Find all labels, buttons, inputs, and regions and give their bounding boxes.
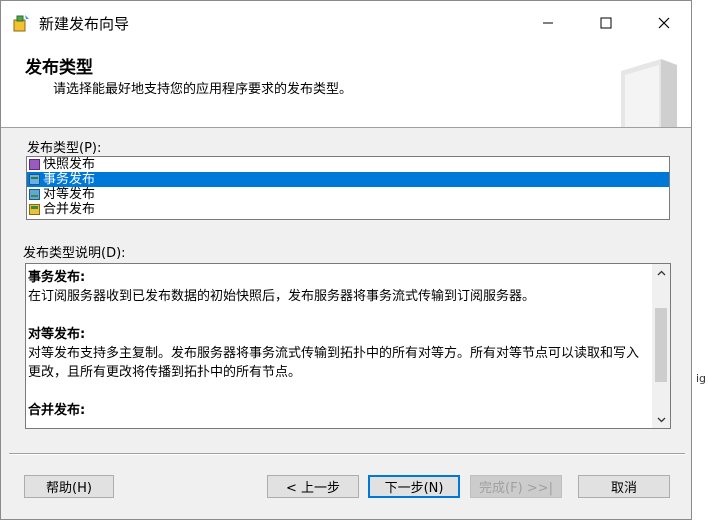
- description-box[interactable]: 事务发布: 在订阅服务器收到已发布数据的初始快照后，发布服务器将事务流式传输到订…: [25, 263, 671, 429]
- minimize-button[interactable]: [519, 1, 577, 45]
- cancel-button[interactable]: 取消: [578, 475, 670, 498]
- publication-type-label: 发布类型(P):: [27, 141, 102, 156]
- finish-button[interactable]: 完成(F) >>|: [470, 475, 562, 498]
- maximize-button[interactable]: [577, 1, 635, 45]
- publication-type-list[interactable]: 快照发布 事务发布 对等发布 合并发布: [26, 156, 670, 220]
- section-title: 事务发布:: [28, 270, 86, 285]
- list-item-snapshot[interactable]: 快照发布: [27, 157, 669, 172]
- window-title: 新建发布向导: [39, 15, 130, 33]
- list-item-label: 合并发布: [43, 202, 96, 217]
- page-subtitle: 请选择能最好地支持您的应用程序要求的发布类型。: [53, 82, 353, 97]
- list-item-label: 对等发布: [43, 187, 96, 202]
- wizard-header: 发布类型 请选择能最好地支持您的应用程序要求的发布类型。: [1, 45, 691, 128]
- background-text-fragment: ig: [696, 372, 707, 385]
- snapshot-icon: [29, 159, 40, 170]
- section-title: 对等发布:: [28, 327, 86, 342]
- divider: [9, 453, 685, 455]
- list-item-label: 快照发布: [43, 157, 96, 172]
- publication-wizard-icon: [13, 15, 29, 32]
- scroll-up-button[interactable]: [652, 264, 670, 281]
- transactional-icon: [29, 174, 40, 185]
- list-item-peer-to-peer[interactable]: 对等发布: [27, 187, 669, 202]
- close-button[interactable]: [635, 1, 693, 45]
- peer-to-peer-icon: [29, 189, 40, 200]
- help-button[interactable]: 帮助(H): [24, 475, 114, 498]
- title-bar[interactable]: 新建发布向导: [1, 1, 691, 45]
- merge-icon: [29, 204, 40, 215]
- section-text: 对等发布支持多主复制。发布服务器将事务流式传输到拓扑中的所有对等方。所有对等节点…: [28, 346, 640, 380]
- close-icon: [658, 17, 670, 29]
- maximize-icon: [600, 17, 612, 29]
- chevron-down-icon: [657, 417, 665, 422]
- back-button[interactable]: < 上一步: [267, 475, 359, 498]
- section-title: 合并发布:: [28, 403, 86, 418]
- minimize-icon: [543, 22, 553, 24]
- list-item-transactional[interactable]: 事务发布: [27, 172, 669, 187]
- scroll-down-button[interactable]: [652, 411, 670, 428]
- description-text: 事务发布: 在订阅服务器收到已发布数据的初始快照后，发布服务器将事务流式传输到订…: [28, 268, 648, 420]
- scroll-thumb[interactable]: [655, 308, 667, 382]
- list-item-label: 事务发布: [43, 172, 96, 187]
- chevron-up-icon: [657, 270, 665, 275]
- wizard-window: 新建发布向导 发布类型 请选择能最好地支持您的应用程序要求的发布类型。 发布类型…: [0, 0, 692, 520]
- description-label: 发布类型说明(D):: [23, 246, 126, 261]
- wizard-header-graphic: [621, 59, 677, 127]
- description-scrollbar[interactable]: [652, 264, 670, 428]
- page-title: 发布类型: [25, 58, 93, 78]
- list-item-merge[interactable]: 合并发布: [27, 202, 669, 217]
- section-text: 在订阅服务器收到已发布数据的初始快照后，发布服务器将事务流式传输到订阅服务器。: [28, 289, 536, 304]
- next-button[interactable]: 下一步(N): [368, 475, 460, 498]
